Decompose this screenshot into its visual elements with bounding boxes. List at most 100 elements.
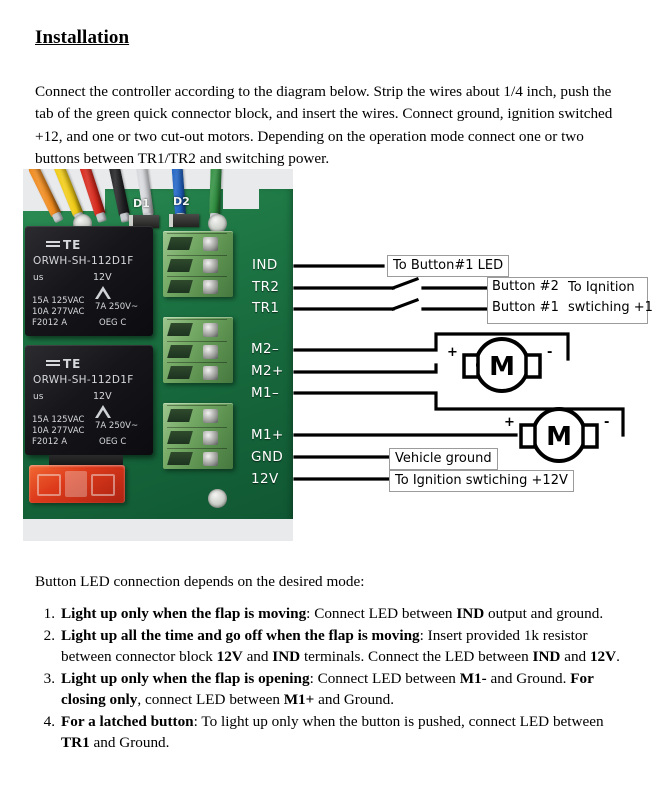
connector-block-middle[interactable] — [163, 317, 233, 383]
relay-spec-2: 10A 277VAC — [32, 426, 85, 436]
relay-model: ORWH-SH-112D1F — [33, 374, 134, 386]
mode-item-2: 2. Light up all the time and go off when … — [35, 625, 630, 668]
callout-button1: Button #1 — [492, 300, 559, 315]
mode-text-bold: For a latched button — [61, 712, 194, 730]
callout-button2: Button #2 — [492, 279, 559, 294]
motor-1-minus-sign: - — [604, 415, 610, 430]
mode-item-1: 1. Light up only when the flap is moving:… — [35, 603, 630, 625]
mode-text: terminals. Connect the LED between — [300, 648, 533, 665]
connector-block-top[interactable] — [163, 231, 233, 297]
lead-line: Button LED connection depends on the des… — [35, 573, 365, 590]
mode-text: and — [560, 648, 590, 665]
mode-text: and Ground. — [89, 734, 170, 751]
motor-1-plus-sign: + — [504, 415, 515, 430]
mode-list: 1. Light up only when the flap is moving:… — [35, 603, 630, 754]
connector-cell-12v[interactable] — [167, 448, 227, 469]
relay-warning-icon — [95, 286, 111, 299]
motor-2-symbol: M — [462, 337, 542, 393]
callout-ignition-line-1: To Iqnition — [568, 280, 635, 295]
diode-d2 — [169, 214, 199, 227]
mode-text: : To light up only when the button is pu… — [193, 712, 604, 730]
fuse-window — [65, 471, 87, 497]
relay-spec-3: F2012 A — [32, 437, 68, 447]
switch-tr1-blade — [390, 297, 420, 312]
terminal-gnd: GND — [251, 449, 284, 465]
wire-m2-minus — [293, 332, 570, 361]
relay-spec-4: 7A 250V~ — [95, 421, 139, 431]
relay-spec-5: OEG C — [99, 318, 127, 328]
relay-ul-mark: us — [33, 273, 44, 283]
relay-spec-1: 15A 125VAC — [32, 415, 85, 425]
mode-text: : Connect LED between — [306, 605, 457, 622]
page-title: Installation — [35, 27, 130, 48]
pcb-edge-bottom — [23, 519, 293, 541]
callout-ignition-12v: To Ignition swtiching +12V — [389, 470, 574, 492]
intro-paragraph: Connect the controller according to the … — [35, 83, 613, 167]
mode-text-bold: Light up only when the flap is moving — [61, 605, 307, 622]
mode-text: , connect LED between — [137, 691, 284, 708]
connector-cell-m2-minus[interactable] — [167, 319, 227, 340]
mode-text: and — [242, 648, 273, 665]
relay-brand: TE — [45, 357, 82, 371]
mode-text: output and ground. — [484, 605, 604, 622]
mode-text-bold: IND — [272, 648, 301, 665]
wire-m2-plus — [293, 363, 438, 374]
connector-cell-tr1[interactable] — [167, 276, 227, 297]
terminal-m2-plus: M2+ — [251, 363, 284, 379]
mode-number: 3. — [43, 669, 55, 687]
wire-green — [209, 169, 222, 216]
relay-top: TE ORWH-SH-112D1F us 12V 15A 125VAC 10A … — [25, 226, 153, 336]
relay-warning-icon — [95, 405, 111, 418]
connector-cell-tr2[interactable] — [167, 255, 227, 276]
mode-text-bold: M1+ — [283, 691, 315, 708]
pcb-photo: D1 D2 TE ORWH-SH-112D1F us 12V 15A 125VA… — [23, 169, 293, 541]
diode-d1-label: D1 — [133, 197, 150, 210]
relay-spec-4: 7A 250V~ — [95, 302, 139, 312]
relay-spec-2: 10A 277VAC — [32, 307, 85, 317]
callout-vehicle-ground: Vehicle ground — [389, 448, 498, 470]
terminal-12v: 12V — [251, 471, 279, 487]
mode-text-bold: Light up all the time and go off when th… — [61, 626, 420, 644]
relay-spec-1: 15A 125VAC — [32, 296, 85, 306]
connector-cell-m1-plus[interactable] — [167, 405, 227, 426]
relay-model: ORWH-SH-112D1F — [33, 255, 134, 267]
connector-cell-m1-minus[interactable] — [167, 362, 227, 383]
mode-text: . — [616, 648, 620, 665]
mode-text: : Connect LED between — [309, 669, 460, 687]
mode-text-bold: IND — [532, 648, 561, 665]
mode-number: 2. — [43, 626, 55, 644]
terminal-m1-plus: M1+ — [251, 427, 284, 443]
motor-1-symbol: M — [519, 407, 599, 463]
relay-bottom: TE ORWH-SH-112D1F us 12V 15A 125VAC 10A … — [25, 345, 153, 455]
relay-spec-5: OEG C — [99, 437, 127, 447]
relay-brand: TE — [45, 238, 82, 252]
mode-item-4: 4. For a latched button: To light up only… — [35, 711, 630, 754]
terminal-ind: IND — [252, 257, 278, 273]
mode-text-bold: TR1 — [61, 734, 90, 751]
relay-coil-voltage: 12V — [93, 391, 112, 402]
mode-item-3: 3. Light up only when the flap is opening… — [35, 668, 630, 711]
callout-ignition-line-2: swtiching +12V — [568, 300, 653, 315]
mode-text: and Ground. — [486, 669, 571, 687]
connector-block-bottom[interactable] — [163, 403, 233, 469]
mode-number: 4. — [43, 712, 55, 730]
relay-spec-3: F2012 A — [32, 318, 68, 328]
mode-text-bold: IND — [456, 605, 485, 622]
svg-text:M: M — [489, 352, 515, 382]
relay-ul-mark: us — [33, 392, 44, 402]
terminal-m1-minus: M1– — [251, 385, 280, 401]
installation-diagram: D1 D2 TE ORWH-SH-112D1F us 12V 15A 125VA… — [23, 169, 653, 544]
blade-fuse — [29, 465, 125, 503]
mode-text-bold: M1- — [459, 669, 487, 687]
mode-text-bold: 12V — [216, 648, 243, 665]
callout-button1-led: To Button#1 LED — [387, 255, 510, 277]
diode-d2-label: D2 — [173, 195, 190, 208]
connector-cell-m2-plus[interactable] — [167, 341, 227, 362]
mode-number: 1. — [43, 605, 55, 622]
connector-cell-gnd[interactable] — [167, 427, 227, 448]
motor-2-plus-sign: + — [447, 345, 458, 360]
relay-coil-voltage: 12V — [93, 272, 112, 283]
connector-cell-ind[interactable] — [167, 233, 227, 254]
mode-text-bold: Light up only when the flap is opening — [61, 669, 310, 687]
motor-2-minus-sign: - — [547, 345, 553, 360]
